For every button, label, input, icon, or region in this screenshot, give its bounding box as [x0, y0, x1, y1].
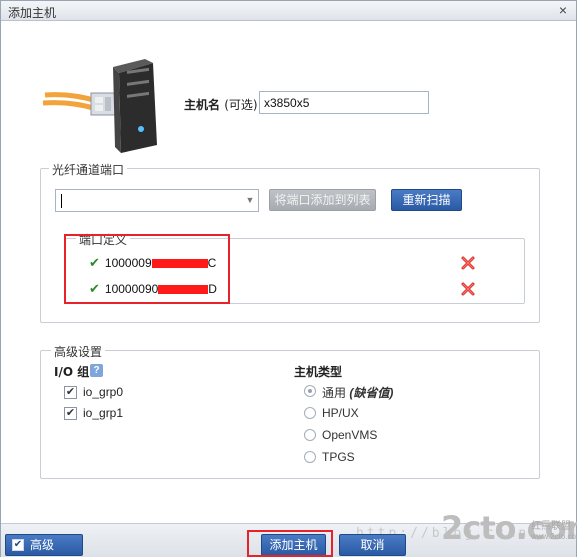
- host-type-generic-radio[interactable]: [304, 385, 316, 397]
- host-type-hpux-label: HP/UX: [322, 406, 359, 420]
- fibre-host-illustration-icon: [42, 59, 157, 153]
- hostname-optional-text: (可选):: [224, 98, 262, 112]
- title-bar: 添加主机 ×: [1, 1, 576, 21]
- watermark-tag-url: www.2cto.com: [531, 532, 577, 541]
- advanced-toggle-button[interactable]: ✔ 高级: [5, 534, 83, 556]
- checkbox-icon: ✔: [12, 539, 24, 551]
- hostname-label-text: 主机名: [184, 98, 221, 112]
- cancel-button[interactable]: 取消: [339, 534, 406, 556]
- chevron-down-icon[interactable]: ▼: [242, 190, 258, 211]
- io-grp0-checkbox[interactable]: ✔: [64, 386, 77, 399]
- hostname-label: 主机名 (可选):: [184, 96, 262, 113]
- help-icon[interactable]: ?: [90, 364, 103, 377]
- delete-x-icon[interactable]: [460, 281, 476, 297]
- close-icon[interactable]: ×: [555, 2, 571, 18]
- host-type-tpgs-radio[interactable]: [304, 451, 316, 463]
- io-grp0-label: io_grp0: [83, 385, 124, 399]
- io-group-label: I/O 组: [54, 365, 90, 379]
- rescan-button[interactable]: 重新扫描: [391, 189, 462, 211]
- host-type-generic-text: 通用: [322, 386, 347, 400]
- annotation-highlight-box: [247, 530, 333, 557]
- delete-x-icon[interactable]: [460, 255, 476, 271]
- host-type-openvms-label: OpenVMS: [322, 428, 378, 442]
- advanced-toggle-label: 高级: [30, 538, 55, 552]
- add-host-dialog: 添加主机 × 主机名 (可选): 光纤通道端口 ▼ 将端口添加到列表 重新扫描 …: [0, 0, 577, 557]
- host-type-generic-label: 通用 (缺省值): [322, 384, 393, 401]
- dialog-title: 添加主机: [8, 6, 57, 20]
- io-grp1-checkbox[interactable]: ✔: [64, 407, 77, 420]
- hostname-input[interactable]: [259, 91, 429, 114]
- host-type-default-note: (缺省值): [349, 386, 394, 400]
- annotation-highlight-box: [64, 234, 230, 304]
- port-select-combo[interactable]: ▼: [55, 189, 259, 212]
- fc-ports-legend: 光纤通道端口: [49, 161, 128, 178]
- host-type-openvms-radio[interactable]: [304, 429, 316, 441]
- text-caret: [61, 194, 62, 208]
- advanced-settings-legend: 高级设置: [51, 343, 106, 360]
- add-port-to-list-button[interactable]: 将端口添加到列表: [269, 189, 376, 211]
- host-type-label: 主机类型: [294, 365, 343, 379]
- io-grp1-label: io_grp1: [83, 406, 124, 420]
- host-type-tpgs-label: TPGS: [322, 450, 355, 464]
- host-type-hpux-radio[interactable]: [304, 407, 316, 419]
- watermark-tag: 红黑联盟: [531, 521, 571, 532]
